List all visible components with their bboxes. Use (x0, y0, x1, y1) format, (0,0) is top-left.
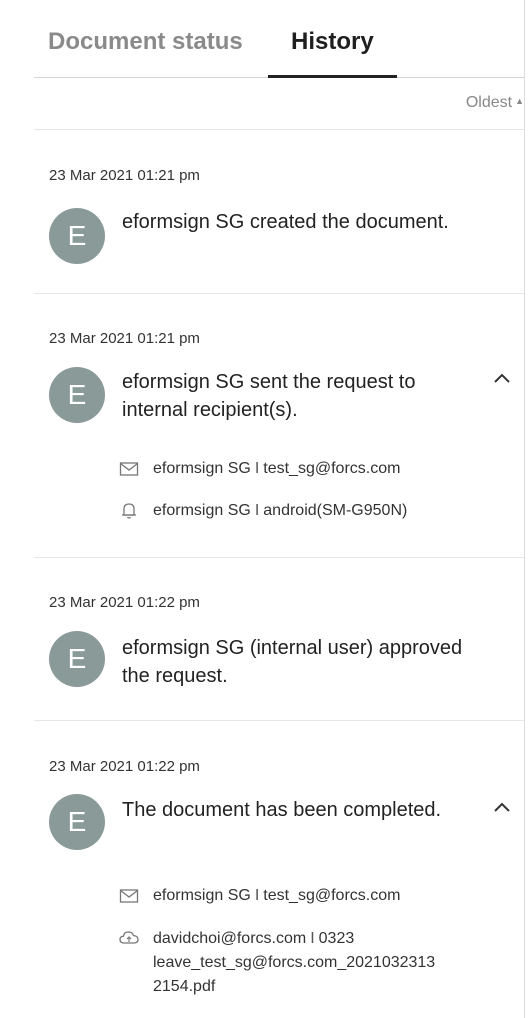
detail-filename-line: 2154.pdf (153, 978, 216, 995)
bell-icon (122, 503, 136, 519)
tab-document-status[interactable]: Document status (48, 28, 243, 56)
chevron-up-icon (494, 802, 510, 812)
history-entry: 23 Mar 2021 01:22 pm E eformsign SG (int… (34, 558, 524, 720)
entry-timestamp: 23 Mar 2021 01:21 pm (49, 330, 200, 347)
chevron-up-icon (494, 373, 510, 383)
tab-history[interactable]: History (291, 28, 374, 56)
avatar: E (49, 794, 105, 850)
avatar: E (49, 631, 105, 687)
mail-icon (119, 462, 139, 476)
entry-message: eformsign SG (internal user) approved th… (122, 637, 463, 687)
entry-timestamp: 23 Mar 2021 01:22 pm (49, 758, 200, 775)
avatar: E (49, 208, 105, 264)
entry-timestamp: 23 Mar 2021 01:22 pm (49, 594, 200, 611)
history-panel: Document status History Oldest ▲ 23 Mar 2… (0, 0, 524, 1018)
cloud-icon (119, 931, 139, 944)
mail-icon (119, 889, 139, 903)
entry-message: eformsign SG created the document. (122, 211, 449, 233)
active-tab-indicator (268, 75, 397, 78)
collapse-toggle[interactable] (493, 372, 521, 392)
detail-separator: I (254, 460, 260, 477)
detail-name: eformsign SG (153, 460, 251, 477)
detail-value: test_sg@forcs.com (263, 887, 401, 904)
sort-dropdown[interactable]: Oldest ▲ (466, 94, 524, 112)
history-entry: 23 Mar 2021 01:21 pm E eformsign SG crea… (34, 130, 524, 293)
history-entry: 23 Mar 2021 01:22 pm E The document has … (34, 721, 524, 1018)
detail-separator: I (254, 502, 260, 519)
detail-name: eformsign SG (153, 887, 251, 904)
detail-name: eformsign SG (153, 502, 251, 519)
caret-up-icon: ▲ (515, 96, 524, 106)
detail-filename-line: leave_test_sg@forcs.com_2021032313 (153, 954, 436, 971)
detail-value: android(SM-G950N) (263, 502, 408, 519)
avatar: E (49, 367, 105, 423)
entry-message: eformsign SG sent the request to interna… (122, 371, 416, 421)
detail-separator: I (254, 887, 260, 904)
entry-message: The document has been completed. (122, 799, 442, 821)
detail-value: test_sg@forcs.com (263, 460, 401, 477)
detail-separator: I (310, 930, 315, 947)
collapse-toggle[interactable] (493, 801, 521, 821)
history-entry: 23 Mar 2021 01:21 pm E eformsign SG sent… (34, 294, 524, 557)
panel-right-border (524, 0, 525, 1018)
tab-bar: Document status History (34, 0, 524, 78)
detail-value: 0323 (318, 930, 355, 947)
sort-label: Oldest (465, 94, 513, 111)
detail-name: davidchoi@forcs.com (153, 930, 307, 947)
entry-timestamp: 23 Mar 2021 01:21 pm (49, 167, 200, 184)
